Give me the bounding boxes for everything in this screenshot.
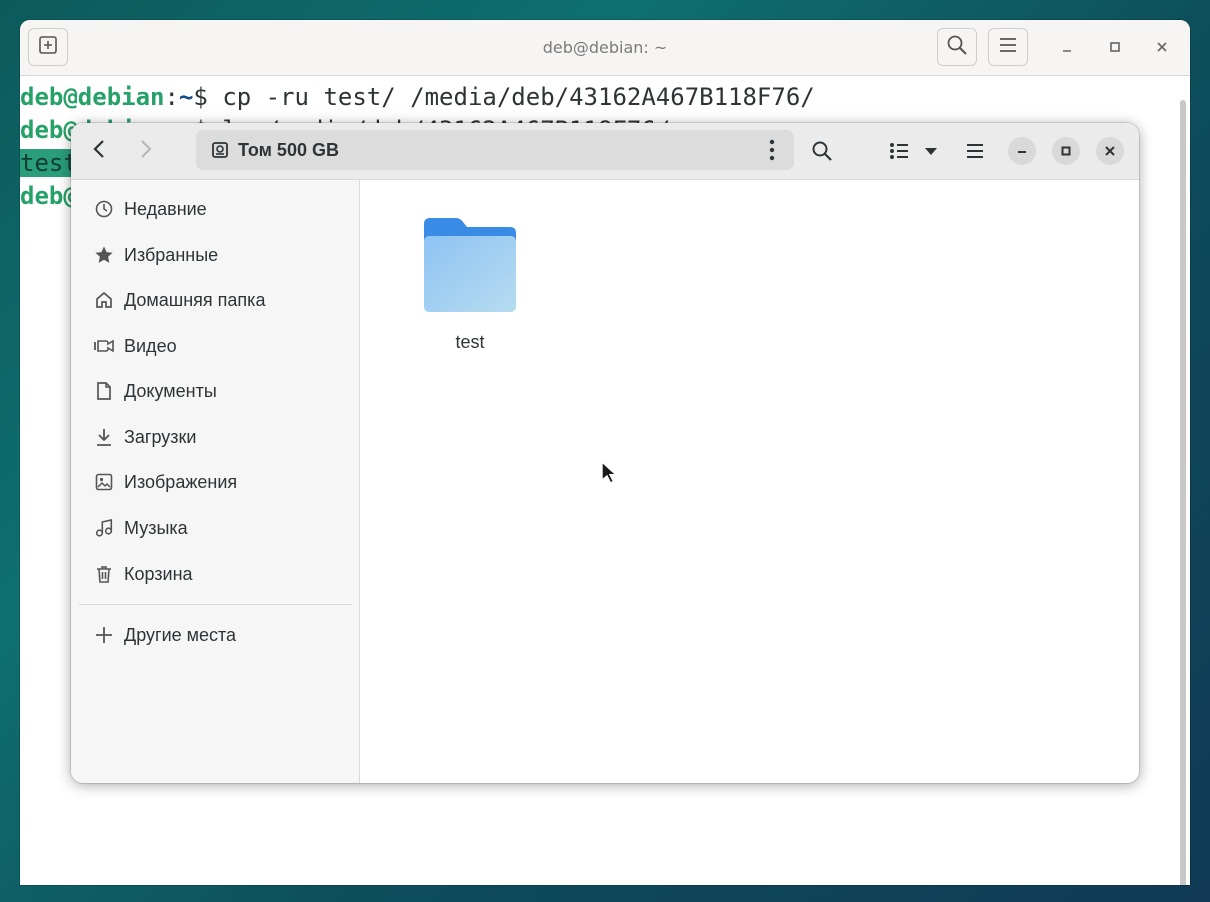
terminal-minimize-button[interactable] (1053, 33, 1081, 61)
sidebar-item-downloads[interactable]: Загрузки (71, 417, 359, 457)
sidebar-item-pictures[interactable]: Изображения (71, 462, 359, 502)
places-sidebar: Недавние Избранные Домашняя папка Видео … (71, 180, 360, 783)
folder-item[interactable]: test (420, 216, 520, 356)
search-icon[interactable] (810, 139, 834, 163)
chevron-right-icon (139, 139, 153, 163)
maximize-icon (1060, 142, 1072, 161)
close-icon (1104, 142, 1116, 161)
drive-icon (210, 140, 230, 160)
maximize-icon (1109, 38, 1121, 57)
sidebar-item-other-locations[interactable]: Другие места (71, 615, 359, 655)
back-button[interactable] (82, 135, 116, 167)
sidebar-item-music[interactable]: Музыка (71, 508, 359, 548)
clock-icon (93, 198, 115, 220)
sidebar-item-videos[interactable]: Видео (71, 326, 359, 366)
close-icon (1156, 38, 1168, 57)
download-icon (93, 426, 115, 448)
sidebar-separator (79, 604, 352, 605)
video-icon (93, 335, 115, 357)
terminal-close-button[interactable] (1148, 33, 1176, 61)
home-icon (93, 289, 115, 311)
image-icon (93, 471, 115, 493)
music-icon (93, 517, 115, 539)
sidebar-item-trash[interactable]: Корзина (71, 554, 359, 594)
terminal-scrollbar[interactable] (1180, 100, 1186, 885)
minimize-icon (1061, 38, 1073, 57)
forward-button[interactable] (129, 135, 163, 167)
terminal-menu-button[interactable] (988, 28, 1028, 66)
minimize-icon (1016, 142, 1028, 161)
file-view[interactable]: test (360, 180, 1139, 783)
maximize-button[interactable] (1052, 137, 1080, 165)
kebab-menu-icon[interactable] (762, 139, 782, 161)
location-label: Том 500 GB (238, 140, 339, 160)
hamburger-menu-icon[interactable] (963, 139, 987, 163)
sidebar-item-recent[interactable]: Недавние (71, 189, 359, 229)
search-icon (946, 34, 968, 60)
trash-icon (93, 563, 115, 585)
sidebar-item-home[interactable]: Домашняя папка (71, 280, 359, 320)
file-manager-headerbar: Том 500 GB (71, 123, 1139, 180)
hamburger-menu-icon (998, 36, 1018, 58)
folder-name: test (455, 332, 485, 352)
file-manager-window[interactable]: Том 500 GB Недавние Избранные Домашняя п… (71, 123, 1139, 783)
view-options-dropdown-icon[interactable] (921, 141, 941, 161)
folder-icon (420, 218, 520, 320)
sidebar-item-starred[interactable]: Избранные (71, 235, 359, 275)
minimize-button[interactable] (1008, 137, 1036, 165)
list-view-icon[interactable] (887, 139, 911, 163)
mouse-cursor-icon (600, 460, 618, 490)
chevron-left-icon (92, 139, 106, 163)
document-icon (93, 380, 115, 402)
location-bar[interactable]: Том 500 GB (196, 130, 794, 170)
terminal-line: deb@debian:~$ cp -ru test/ /media/deb/43… (20, 83, 815, 111)
terminal-headerbar: deb@debian: ~ (20, 20, 1190, 76)
close-button[interactable] (1096, 137, 1124, 165)
star-icon (93, 244, 115, 266)
terminal-maximize-button[interactable] (1101, 33, 1129, 61)
terminal-search-button[interactable] (937, 28, 977, 66)
plus-icon (93, 624, 115, 646)
sidebar-item-documents[interactable]: Документы (71, 371, 359, 411)
